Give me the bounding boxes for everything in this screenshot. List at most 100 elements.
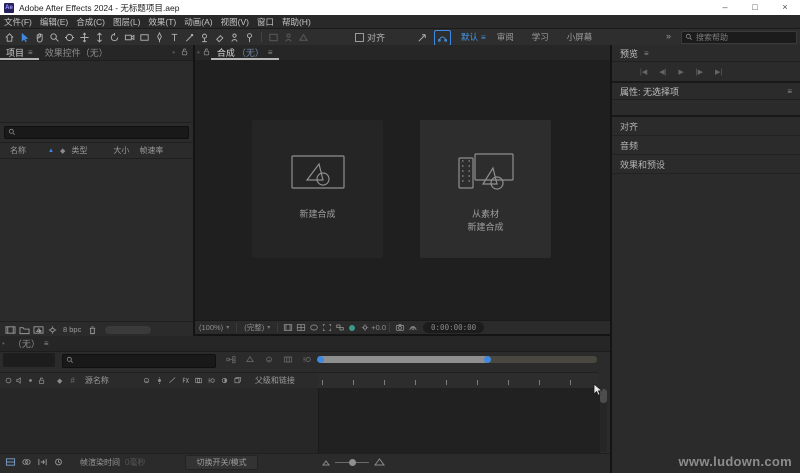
hand-tool-icon[interactable] <box>32 30 47 44</box>
clone-stamp-tool-icon[interactable] <box>197 30 212 44</box>
menu-animation[interactable]: 动画(A) <box>180 16 216 28</box>
menu-composition[interactable]: 合成(C) <box>72 16 109 28</box>
zoom-in-mountain-icon[interactable] <box>374 457 385 468</box>
brush-tool-icon[interactable] <box>182 30 197 44</box>
workspace-tab-learn[interactable]: 学习 <box>523 31 558 43</box>
frame-blending-icon[interactable] <box>281 354 294 365</box>
eraser-tool-icon[interactable] <box>212 30 227 44</box>
selection-tool-icon[interactable] <box>17 30 32 44</box>
workspace-tab-small-screen[interactable]: 小屏幕 <box>558 31 602 43</box>
draft-3d-icon[interactable] <box>243 354 256 365</box>
pen-tool-icon[interactable] <box>152 30 167 44</box>
track-area[interactable] <box>318 388 600 453</box>
puppet-pin-tool-icon[interactable] <box>242 30 257 44</box>
previous-frame-icon[interactable]: ◀| <box>659 68 666 76</box>
layer-index-icon[interactable]: # <box>70 376 74 385</box>
grid-icon[interactable] <box>294 322 307 333</box>
navigator-end-handle[interactable] <box>484 356 491 363</box>
tab-composition[interactable]: 合成 （无） ≡ <box>211 45 279 60</box>
label-column-icon[interactable]: ◆ <box>60 147 65 155</box>
project-panel-menu-icon[interactable]: ≡ <box>28 48 33 57</box>
workspace-overflow-icon[interactable]: » <box>666 31 671 41</box>
zoom-slider-handle[interactable] <box>349 459 356 466</box>
zoom-out-mountain-icon[interactable] <box>322 458 330 468</box>
properties-panel-menu-icon[interactable]: ≡ <box>787 87 792 96</box>
project-search-box[interactable] <box>4 126 189 139</box>
composition-mini-flowchart-icon[interactable] <box>224 354 237 365</box>
parent-link-column[interactable]: 父级和链接 <box>255 375 295 386</box>
time-ruler[interactable] <box>318 372 598 389</box>
in-out-pane-icon[interactable] <box>35 456 49 468</box>
maximize-button[interactable]: □ <box>740 0 770 15</box>
new-composition-icon[interactable] <box>31 324 45 336</box>
bit-depth-button[interactable]: 8 bpc <box>59 325 85 334</box>
current-time-field[interactable] <box>3 353 55 367</box>
snap-toggle[interactable]: 对齐 <box>355 29 385 45</box>
align-panel-header[interactable]: 对齐 <box>612 117 800 136</box>
exposure-reset-icon[interactable] <box>358 322 371 333</box>
close-button[interactable]: × <box>770 0 800 15</box>
magnification-dropdown[interactable]: (100%) ▾ <box>199 323 229 332</box>
resolution-dropdown[interactable]: (完整) ▾ <box>244 322 270 333</box>
solo-icon[interactable] <box>25 375 36 386</box>
transparency-grid-icon[interactable] <box>333 322 346 333</box>
menu-file[interactable]: 文件(F) <box>0 16 36 28</box>
region-of-interest-icon[interactable] <box>320 322 333 333</box>
camera-tool-icon[interactable] <box>122 30 137 44</box>
menu-effect[interactable]: 效果(T) <box>144 16 180 28</box>
panel-lock-icon[interactable] <box>180 47 189 58</box>
toggle-switches-modes-button[interactable]: 切换开关/模式 <box>185 454 258 470</box>
timeline-search-input[interactable] <box>77 355 201 367</box>
play-icon[interactable]: ▶ <box>678 68 683 76</box>
timeline-panel-menu-icon[interactable]: ≡ <box>44 339 49 348</box>
new-composition-card[interactable]: 新建合成 <box>252 120 383 258</box>
rotation-tool-icon[interactable] <box>107 30 122 44</box>
collapse-transformations-icon[interactable] <box>154 375 165 386</box>
menu-window[interactable]: 窗口 <box>253 16 278 28</box>
rectangle-tool-icon[interactable] <box>137 30 152 44</box>
menu-edit[interactable]: 编辑(E) <box>36 16 72 28</box>
layer-switches-pane-icon[interactable] <box>3 456 17 468</box>
timeline-navigator-bar[interactable] <box>317 356 597 363</box>
frame-blend-switch-icon[interactable] <box>193 375 204 386</box>
motion-blur-icon[interactable] <box>300 354 313 365</box>
menu-view[interactable]: 视图(V) <box>217 16 253 28</box>
zoom-tool-icon[interactable] <box>47 30 62 44</box>
roto-brush-tool-icon[interactable] <box>227 30 242 44</box>
next-frame-icon[interactable]: |▶ <box>696 68 703 76</box>
first-frame-icon[interactable]: |◀ <box>640 68 647 76</box>
menu-help[interactable]: 帮助(H) <box>278 16 315 28</box>
delete-item-icon[interactable] <box>85 324 99 336</box>
orbit-camera-tool-icon[interactable] <box>62 30 77 44</box>
fx-icon[interactable] <box>180 375 191 386</box>
column-name[interactable]: 名称 <box>10 145 26 156</box>
navigator-start-handle[interactable] <box>317 356 324 363</box>
rotobezier-icon[interactable] <box>434 30 451 46</box>
audio-mute-icon[interactable] <box>14 375 25 386</box>
hide-shy-layers-icon[interactable] <box>262 354 275 365</box>
shy-icon[interactable] <box>141 375 152 386</box>
preview-panel-menu-icon[interactable]: ≡ <box>644 49 649 58</box>
safe-areas-icon[interactable] <box>281 322 294 333</box>
mask-visibility-icon[interactable] <box>307 322 320 333</box>
effects-presets-panel-header[interactable]: 效果和预设 <box>612 155 800 174</box>
menu-layer[interactable]: 图层(L) <box>109 16 144 28</box>
tab-timeline-none[interactable]: （无） ≡ <box>7 336 55 351</box>
minimize-button[interactable]: – <box>710 0 740 15</box>
composition-panel-menu-icon[interactable]: ≡ <box>268 48 273 57</box>
color-management-icon[interactable] <box>349 324 356 331</box>
quality-icon[interactable] <box>167 375 178 386</box>
render-time-pane-icon[interactable] <box>51 456 65 468</box>
lock-column-icon[interactable] <box>36 375 47 386</box>
project-search-input[interactable] <box>19 127 188 138</box>
workspace-tab-review[interactable]: 审阅 <box>488 31 523 43</box>
tab-effect-controls[interactable]: 效果控件（无） <box>39 45 114 60</box>
source-name-column[interactable]: 源名称 <box>85 375 109 386</box>
column-type[interactable]: 类型 <box>71 145 87 156</box>
preview-panel-header[interactable]: 预览 ≡ <box>612 45 800 62</box>
zoom-slider-track[interactable] <box>335 459 369 466</box>
track-person-icon[interactable] <box>415 30 430 44</box>
3d-layer-icon[interactable] <box>232 375 243 386</box>
tab-project[interactable]: 项目 ≡ <box>0 45 39 60</box>
text-tool-icon[interactable] <box>167 30 182 44</box>
